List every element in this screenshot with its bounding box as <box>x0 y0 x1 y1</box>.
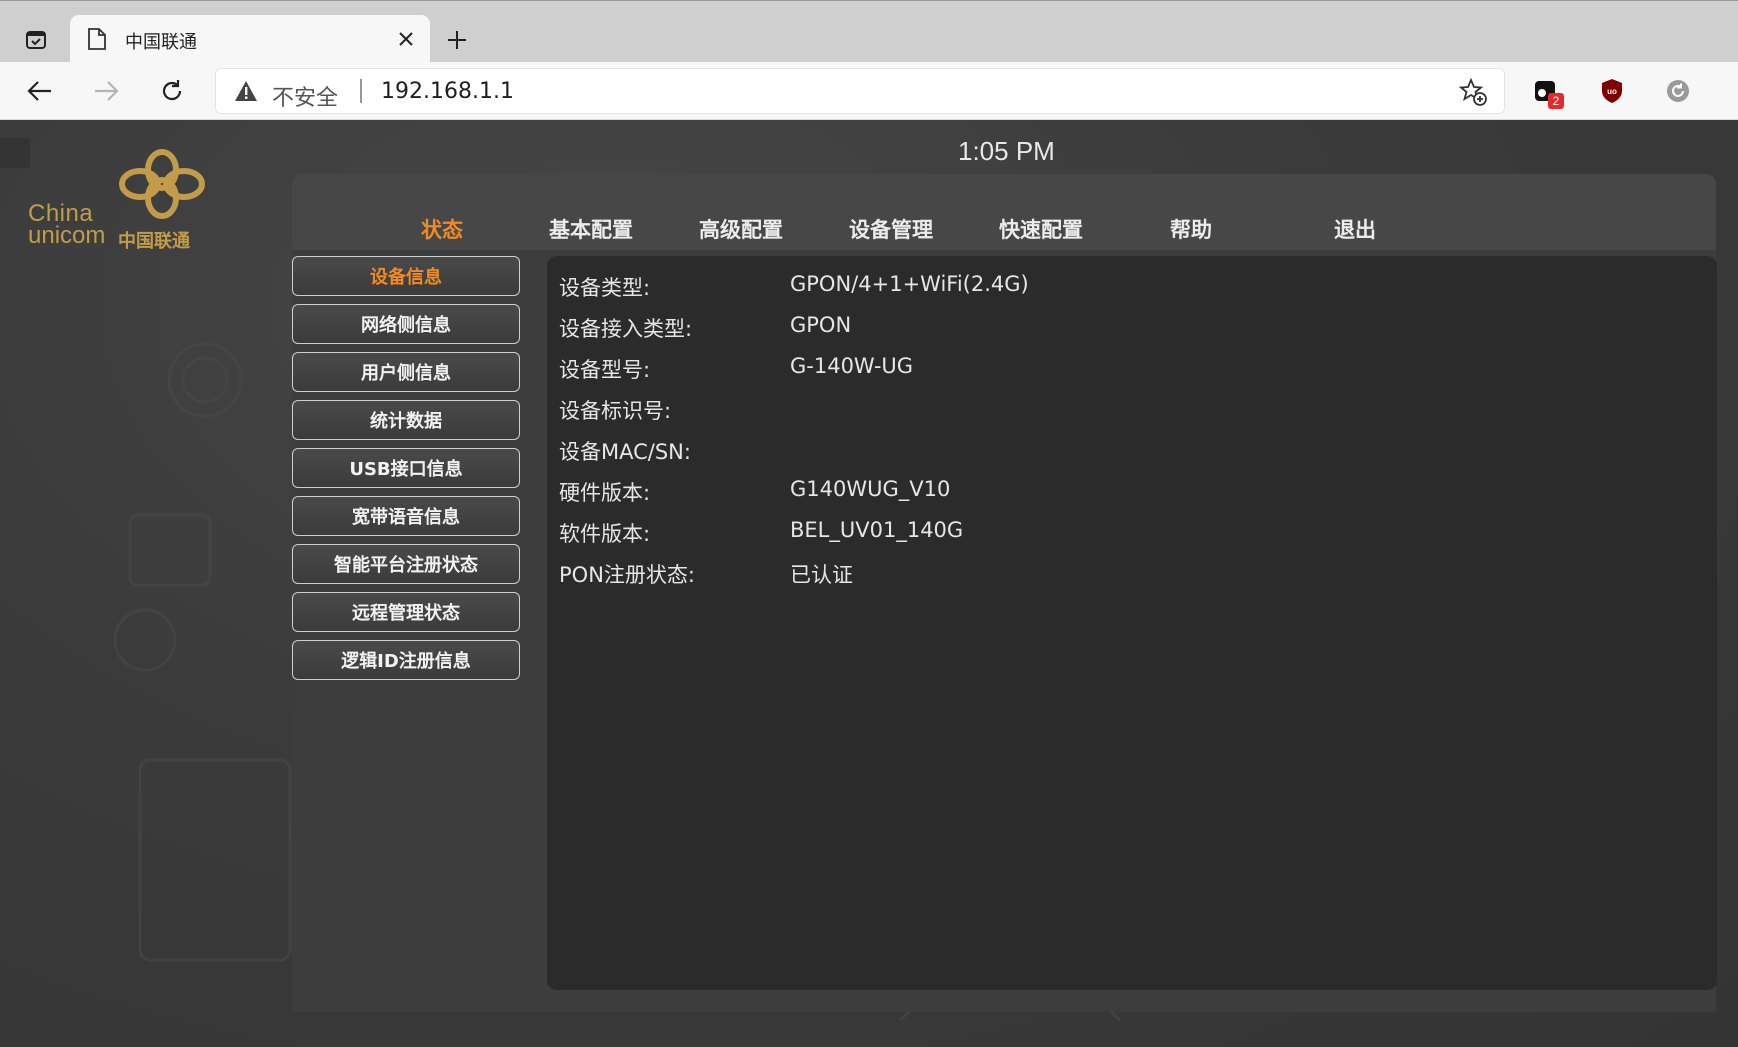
device-info-content: 设备类型: GPON/4+1+WiFi(2.4G) 设备接入类型: GPON 设… <box>547 256 1717 990</box>
warning-icon <box>235 81 257 101</box>
close-icon <box>399 32 413 46</box>
add-favorite-button[interactable] <box>1456 75 1490 109</box>
info-value: G-140W-UG <box>790 354 914 378</box>
logo-text-unicom: unicom <box>28 222 106 249</box>
extension-badge: 2 <box>1548 93 1564 109</box>
arrow-left-icon <box>27 81 51 101</box>
tab-actions-button[interactable] <box>18 23 54 57</box>
info-label: 设备接入类型: <box>559 317 693 341</box>
side-menu-remote-status[interactable]: 远程管理状态 <box>292 592 520 632</box>
insecure-label[interactable]: 不安全 <box>272 80 338 112</box>
clock: 1:05 PM <box>958 136 1055 166</box>
nav-advanced-config[interactable]: 高级配置 <box>699 214 783 244</box>
nav-device-management[interactable]: 设备管理 <box>849 214 933 244</box>
side-menu-voice-info[interactable]: 宽带语音信息 <box>292 496 520 536</box>
info-label: PON注册状态: <box>559 563 695 587</box>
side-menu-network-info[interactable]: 网络侧信息 <box>292 304 520 344</box>
refresh-circle-icon <box>1667 80 1689 102</box>
tab-actions-icon <box>26 31 46 49</box>
nav-logout[interactable]: 退出 <box>1334 214 1376 244</box>
side-menu-statistics[interactable]: 统计数据 <box>292 400 520 440</box>
star-add-icon <box>1459 78 1487 106</box>
nav-status[interactable]: 状态 <box>421 214 463 244</box>
logo-text-cn: 中国联通 <box>118 231 190 252</box>
unicom-knot-icon <box>119 149 205 219</box>
info-value: GPON <box>790 313 852 337</box>
browser-tab-strip: 中国联通 <box>0 0 1738 63</box>
china-unicom-logo: China unicom 中国联通 <box>26 148 216 252</box>
router-page: China unicom 中国联通 1:05 PM 状态 基本配置 高级配置 设… <box>0 120 1738 1047</box>
profile-extension-button[interactable] <box>1658 71 1698 111</box>
side-menu-logical-id[interactable]: 逻辑ID注册信息 <box>292 640 520 680</box>
side-menu-user-info[interactable]: 用户侧信息 <box>292 352 520 392</box>
back-button[interactable] <box>20 71 60 111</box>
forward-button[interactable] <box>86 71 126 111</box>
browser-toolbar: 不安全 192.168.1.1 2 uo <box>0 62 1738 120</box>
reload-icon <box>162 80 182 101</box>
nav-quick-config[interactable]: 快速配置 <box>999 214 1083 244</box>
info-label: 设备型号: <box>559 358 651 382</box>
tab-close-button[interactable] <box>392 25 420 53</box>
arrow-right-icon <box>95 81 119 101</box>
info-label: 设备标识号: <box>559 399 672 423</box>
url-text[interactable]: 192.168.1.1 <box>381 79 514 104</box>
info-value: BEL_UV01_140G <box>790 518 964 542</box>
info-value: G140WUG_V10 <box>790 477 951 501</box>
info-label: 设备MAC/SN: <box>559 440 691 464</box>
svg-text:uo: uo <box>1607 87 1617 96</box>
side-menu-usb-info[interactable]: USB接口信息 <box>292 448 520 488</box>
page-favicon-icon <box>88 28 106 50</box>
info-value: GPON/4+1+WiFi(2.4G) <box>790 272 1029 296</box>
address-bar[interactable]: 不安全 192.168.1.1 <box>215 68 1505 114</box>
ublock-extension-button[interactable]: uo <box>1592 71 1632 111</box>
info-value: 已认证 <box>790 563 853 587</box>
ublock-shield-icon: uo <box>1602 79 1622 103</box>
extension-button[interactable]: 2 <box>1526 71 1566 111</box>
top-navigation: 状态 基本配置 高级配置 设备管理 快速配置 帮助 退出 <box>292 174 1716 250</box>
tab-title: 中国联通 <box>125 32 197 53</box>
plus-icon <box>448 31 466 49</box>
address-separator <box>360 79 362 103</box>
nav-basic-config[interactable]: 基本配置 <box>549 214 633 244</box>
side-menu-device-info[interactable]: 设备信息 <box>292 256 520 296</box>
new-tab-button[interactable] <box>440 23 474 57</box>
side-menu-platform-status[interactable]: 智能平台注册状态 <box>292 544 520 584</box>
nav-help[interactable]: 帮助 <box>1170 214 1212 244</box>
browser-tab[interactable]: 中国联通 <box>70 15 430 63</box>
info-label: 软件版本: <box>559 522 651 546</box>
info-label: 硬件版本: <box>559 481 651 505</box>
info-label: 设备类型: <box>559 276 651 300</box>
reload-button[interactable] <box>152 71 192 111</box>
